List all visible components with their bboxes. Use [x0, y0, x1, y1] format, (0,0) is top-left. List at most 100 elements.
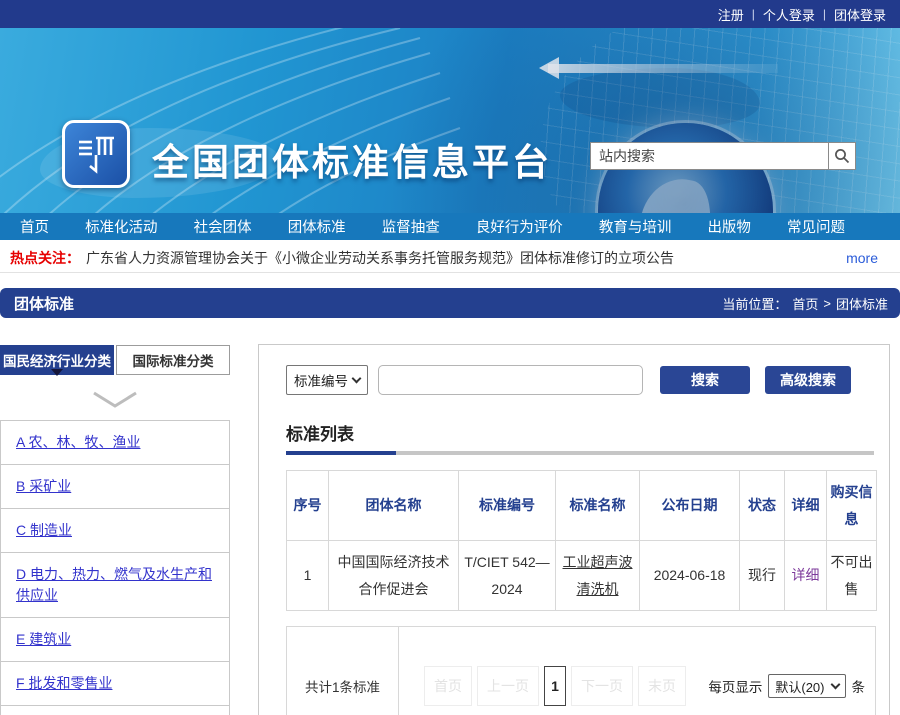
- per-page-value: 默认(20): [775, 677, 824, 696]
- category-link[interactable]: C 制造业: [16, 522, 72, 538]
- advanced-search-button[interactable]: 高级搜索: [765, 366, 851, 394]
- nav-item-faq[interactable]: 常见问题: [787, 216, 845, 237]
- category-item-f[interactable]: F 批发和零售业: [1, 662, 229, 706]
- cell-index: 1: [287, 541, 329, 611]
- breadcrumb-separator: >: [823, 296, 831, 311]
- category-item-e[interactable]: E 建筑业: [1, 618, 229, 662]
- category-link[interactable]: D 电力、热力、燃气及水生产和供应业: [16, 566, 212, 603]
- per-page-label: 每页显示: [708, 676, 762, 696]
- nav-item-group-standards[interactable]: 团体标准: [288, 216, 346, 237]
- current-page-button[interactable]: 1: [544, 666, 566, 706]
- cell-detail: 详细: [785, 541, 827, 611]
- nav-item-home[interactable]: 首页: [20, 216, 49, 237]
- group-login-link[interactable]: 团体登录: [834, 5, 886, 24]
- hot-topics-bar: 热点关注： 广东省人力资源管理协会关于《小微企业劳动关系事务托管服务规范》团体标…: [0, 243, 900, 273]
- hot-topic-headline[interactable]: 广东省人力资源管理协会关于《小微企业劳动关系事务托管服务规范》团体标准修订的立项…: [86, 248, 846, 268]
- title-underline: [286, 451, 874, 455]
- column-header-purchase: 购买信息: [827, 471, 877, 541]
- header-banner: 全国团体标准信息平台: [0, 28, 900, 213]
- nav-item-supervision[interactable]: 监督抽查: [382, 216, 440, 237]
- search-button[interactable]: 搜索: [660, 366, 750, 394]
- per-page-unit: 条: [852, 676, 866, 696]
- detail-link[interactable]: 详细: [792, 567, 820, 583]
- column-header-status: 状态: [740, 471, 785, 541]
- page-title: 团体标准: [14, 293, 74, 314]
- nav-item-education-training[interactable]: 教育与培训: [599, 216, 672, 237]
- pagination: 共计1条标准 首页 上一页 1 下一页 末页 每页显示 默认(20) 条: [286, 626, 876, 715]
- column-header-name: 标准名称: [556, 471, 640, 541]
- separator: |: [823, 7, 826, 21]
- category-tabs: 国民经济行业分类 国际标准分类: [0, 345, 230, 375]
- breadcrumb: 当前位置： 首页 > 团体标准: [722, 294, 888, 313]
- personal-login-link[interactable]: 个人登录: [763, 5, 815, 24]
- table-header-row: 序号 团体名称 标准编号 标准名称 公布日期 状态 详细 购买信息: [287, 471, 877, 541]
- cell-status: 现行: [740, 541, 785, 611]
- standards-panel: 标准编号 搜索 高级搜索 标准列表 序号 团体名称 标准编号 标准名称: [258, 344, 890, 715]
- standard-search-form: 标准编号 搜索 高级搜索: [286, 365, 874, 395]
- column-header-org: 团体名称: [329, 471, 459, 541]
- column-header-date: 公布日期: [640, 471, 740, 541]
- content-area: 国民经济行业分类 国际标准分类 A 农、林、牧、渔业 B 采矿业 C 制造业 D…: [0, 344, 900, 715]
- logo-glyph-icon: [75, 133, 117, 175]
- per-page-control: 每页显示 默认(20) 条: [708, 674, 865, 698]
- category-link[interactable]: B 采矿业: [16, 478, 71, 494]
- standard-name-link[interactable]: 工业超声波清洗机: [563, 554, 633, 597]
- search-field-value: 标准编号: [294, 370, 348, 390]
- breadcrumb-current: 团体标准: [836, 294, 888, 313]
- pagination-controls: 首页 上一页 1 下一页 末页 每页显示 默认(20) 条: [399, 627, 875, 715]
- cell-code: T/CIET 542—2024: [459, 541, 556, 611]
- nav-item-good-behavior[interactable]: 良好行为评价: [476, 216, 563, 237]
- more-link[interactable]: more: [846, 250, 878, 266]
- category-item-a[interactable]: A 农、林、牧、渔业: [1, 421, 229, 465]
- column-header-index: 序号: [287, 471, 329, 541]
- category-list: A 农、林、牧、渔业 B 采矿业 C 制造业 D 电力、热力、燃气及水生产和供应…: [0, 420, 230, 715]
- next-page-button[interactable]: 下一页: [571, 666, 633, 706]
- separator: |: [752, 7, 755, 21]
- cell-name: 工业超声波清洗机: [556, 541, 640, 611]
- category-link[interactable]: E 建筑业: [16, 631, 71, 647]
- nav-item-social-groups[interactable]: 社会团体: [194, 216, 252, 237]
- caret-down-icon: [830, 679, 840, 689]
- caret-down-icon: [352, 373, 362, 383]
- site-search: [590, 142, 856, 170]
- column-header-detail: 详细: [785, 471, 827, 541]
- per-page-select[interactable]: 默认(20): [768, 674, 845, 698]
- category-sidebar: 国民经济行业分类 国际标准分类 A 农、林、牧、渔业 B 采矿业 C 制造业 D…: [0, 345, 230, 715]
- table-row: 1 中国国际经济技术合作促进会 T/CIET 542—2024 工业超声波清洗机…: [287, 541, 877, 611]
- last-page-button[interactable]: 末页: [638, 666, 686, 706]
- nav-item-standardization-activities[interactable]: 标准化活动: [85, 216, 158, 237]
- category-item-g[interactable]: G 交通运输、仓储和邮政业: [1, 706, 229, 715]
- search-icon: [834, 148, 850, 164]
- category-item-b[interactable]: B 采矿业: [1, 465, 229, 509]
- category-item-c[interactable]: C 制造业: [1, 509, 229, 553]
- keyword-input[interactable]: [378, 365, 643, 395]
- breadcrumb-home-link[interactable]: 首页: [792, 294, 818, 313]
- register-link[interactable]: 注册: [718, 5, 744, 24]
- breadcrumb-label: 当前位置：: [722, 294, 787, 313]
- first-page-button[interactable]: 首页: [424, 666, 472, 706]
- site-title: 全国团体标准信息平台: [152, 132, 552, 186]
- total-count: 共计1条标准: [287, 627, 399, 715]
- search-field-select[interactable]: 标准编号: [286, 365, 368, 395]
- prev-page-button[interactable]: 上一页: [477, 666, 539, 706]
- standards-table: 序号 团体名称 标准编号 标准名称 公布日期 状态 详细 购买信息 1 中国国际…: [286, 470, 877, 611]
- nav-item-publications[interactable]: 出版物: [707, 216, 751, 237]
- section-header: 团体标准 当前位置： 首页 > 团体标准: [0, 288, 900, 318]
- category-item-d[interactable]: D 电力、热力、燃气及水生产和供应业: [1, 553, 229, 618]
- list-title: 标准列表: [286, 420, 874, 445]
- tab-international-standard-classification[interactable]: 国际标准分类: [116, 345, 230, 375]
- account-bar: 注册 | 个人登录 | 团体登录: [0, 0, 900, 28]
- category-link[interactable]: F 批发和零售业: [16, 675, 112, 691]
- tab-national-economy-classification[interactable]: 国民经济行业分类: [0, 345, 114, 375]
- column-header-code: 标准编号: [459, 471, 556, 541]
- chevron-down-icon: [92, 391, 138, 409]
- main-nav: 首页 标准化活动 社会团体 团体标准 监督抽查 良好行为评价 教育与培训 出版物…: [0, 213, 900, 240]
- site-logo[interactable]: [62, 120, 130, 188]
- cell-date: 2024-06-18: [640, 541, 740, 611]
- category-link[interactable]: A 农、林、牧、渔业: [16, 434, 140, 450]
- site-search-button[interactable]: [828, 142, 856, 170]
- site-search-input[interactable]: [590, 142, 828, 170]
- cell-org: 中国国际经济技术合作促进会: [329, 541, 459, 611]
- hot-topics-label: 热点关注：: [10, 248, 80, 268]
- cell-purchase: 不可出售: [827, 541, 877, 611]
